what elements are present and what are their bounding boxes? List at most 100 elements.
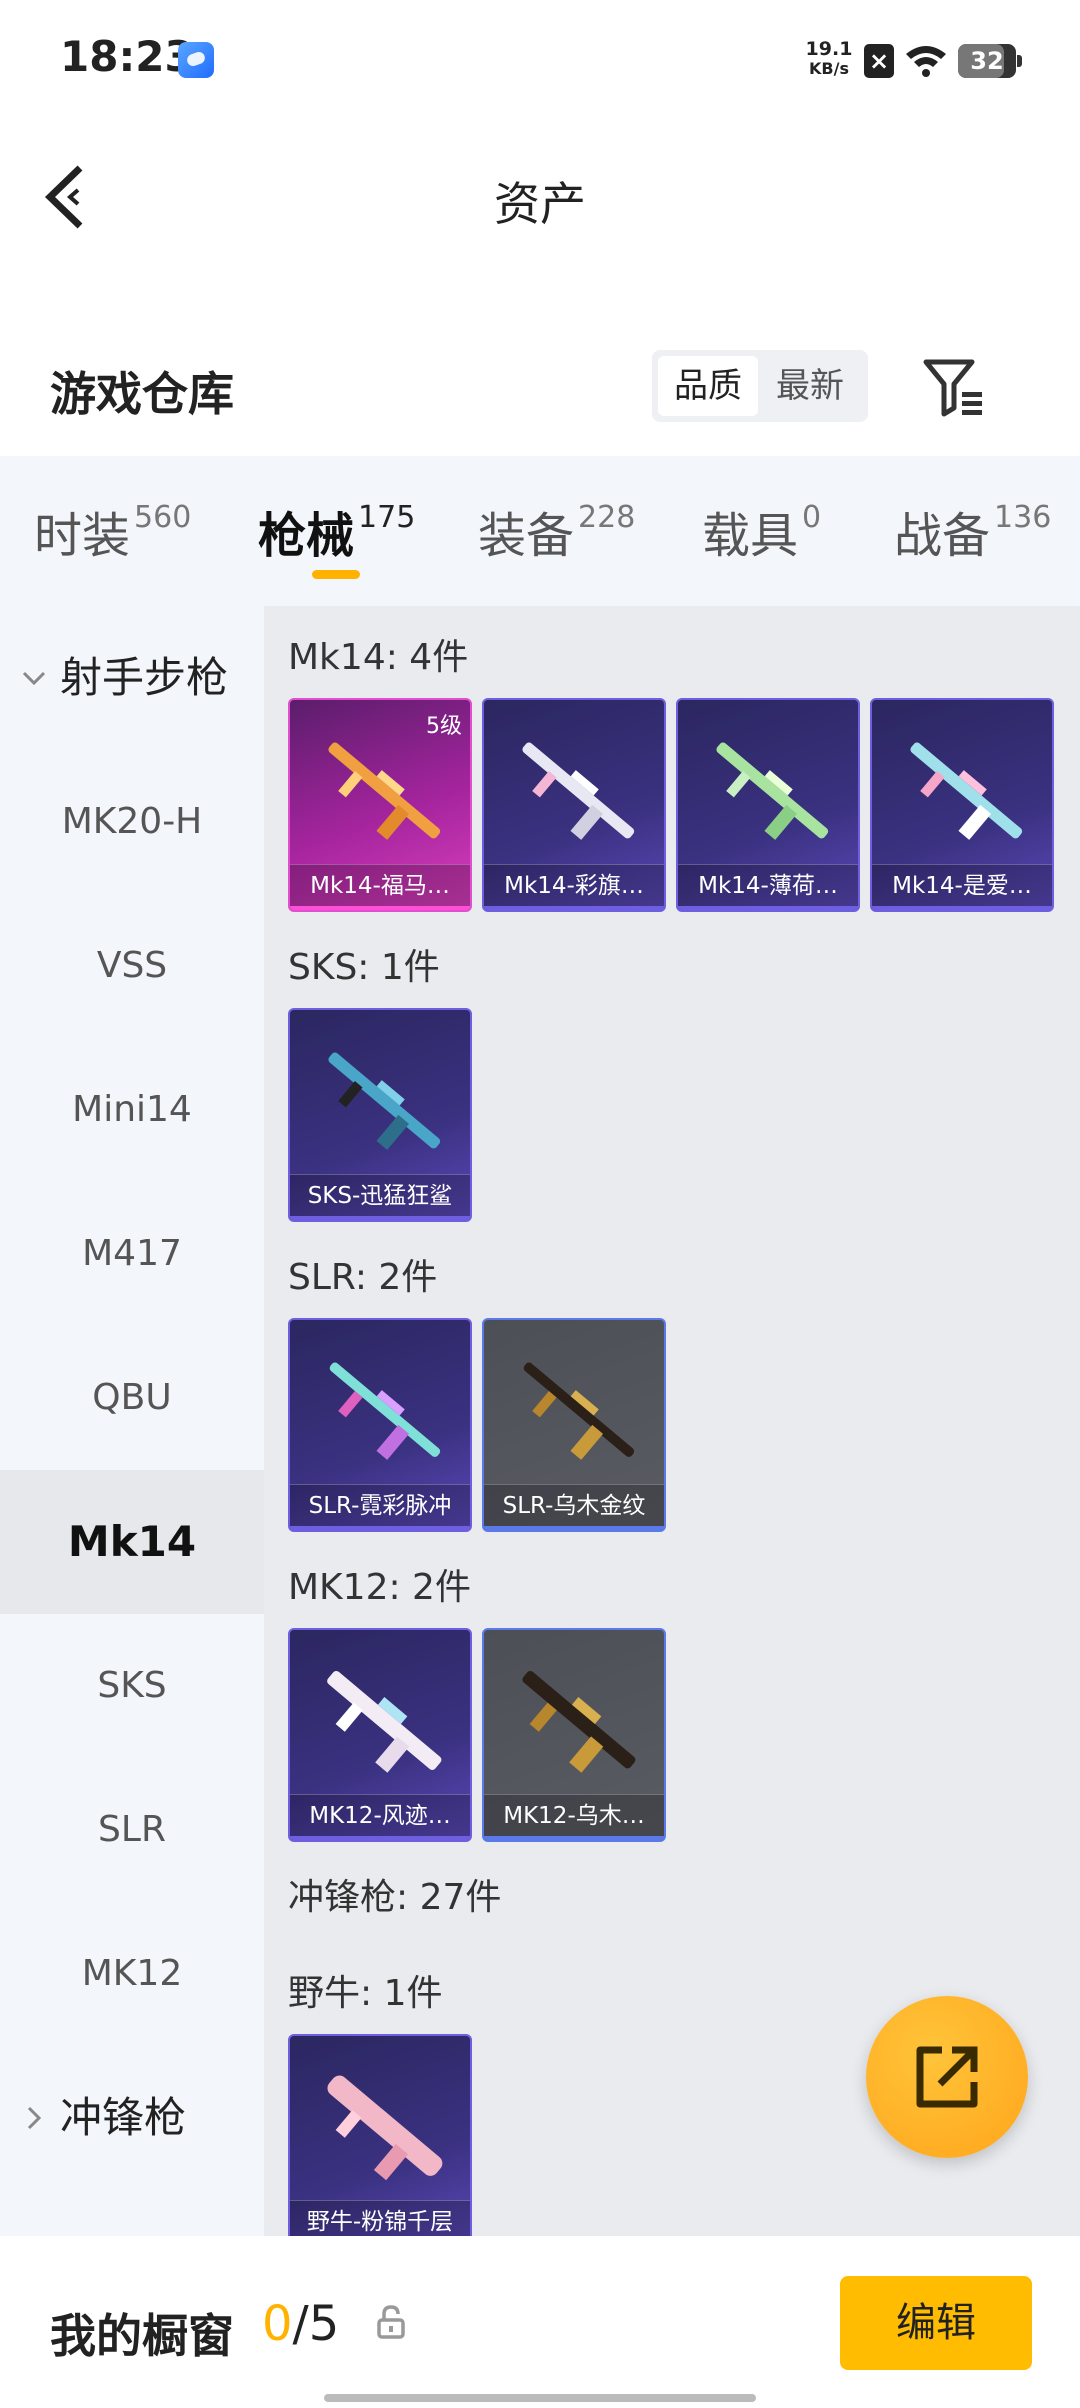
section-title: SKS: 1件 bbox=[288, 947, 440, 988]
rarity-bar bbox=[484, 1836, 664, 1840]
skin-card[interactable]: Mk14-是爱… bbox=[870, 698, 1054, 912]
skin-list: Mk14: 4件 5级 Mk14-福马… Mk14-彩旗… Mk14-薄荷… M… bbox=[264, 606, 1080, 2236]
skin-name: MK12-乌木… bbox=[484, 1794, 664, 1836]
rarity-bar bbox=[290, 906, 470, 910]
active-tab-indicator bbox=[312, 570, 360, 579]
status-time: 18:23 bbox=[60, 32, 194, 81]
tab-count: 175 bbox=[358, 500, 416, 535]
skin-name: SLR-霓彩脉冲 bbox=[290, 1484, 470, 1526]
weapon-type-sidebar: 射手步枪 MK20-H VSS Mini14 M417 QBU Mk14 SKS… bbox=[0, 606, 264, 2236]
section-title: 冲锋枪: 27件 bbox=[288, 1877, 502, 1918]
warehouse-title: 游戏仓库 bbox=[50, 367, 234, 421]
sidebar-item-qbu[interactable]: QBU bbox=[0, 1326, 264, 1470]
filter-icon[interactable] bbox=[922, 356, 986, 418]
sidebar-group-label: 射手步枪 bbox=[60, 653, 229, 702]
close-notification-icon: × bbox=[864, 44, 894, 78]
skin-card[interactable]: 野牛-粉锦千层 bbox=[288, 2034, 472, 2236]
sidebar-item-m417[interactable]: M417 bbox=[0, 1182, 264, 1326]
skin-card[interactable]: Mk14-薄荷… bbox=[676, 698, 860, 912]
showcase-current: 0 bbox=[262, 2296, 293, 2352]
rarity-bar bbox=[678, 906, 858, 910]
section-title: SLR: 2件 bbox=[288, 1257, 438, 1298]
skin-card[interactable]: MK12-乌木… bbox=[482, 1628, 666, 1842]
section-title: 野牛: 1件 bbox=[288, 1973, 443, 2014]
wifi-icon bbox=[906, 46, 946, 77]
section-title: MK12: 2件 bbox=[288, 1567, 471, 1608]
home-indicator[interactable] bbox=[324, 2394, 756, 2402]
smg-icon bbox=[327, 2075, 443, 2181]
rifle-icon bbox=[523, 1362, 635, 1460]
chevron-down-icon bbox=[22, 671, 46, 686]
net-speed: 19.1 KB/s bbox=[804, 38, 854, 79]
rarity-bar bbox=[484, 1526, 664, 1530]
tab-label: 装备 bbox=[478, 508, 575, 564]
sidebar-group-marksman[interactable]: 射手步枪 bbox=[0, 606, 264, 750]
category-tabs: 时装 560 枪械 175 装备 228 载具 0 战备 136 bbox=[0, 456, 1080, 606]
rarity-bar bbox=[872, 906, 1052, 910]
sort-quality-button[interactable]: 品质 bbox=[658, 356, 758, 416]
rarity-bar bbox=[290, 1216, 470, 1220]
sort-latest-button[interactable]: 最新 bbox=[760, 356, 860, 416]
tab-equipment[interactable]: 装备 228 bbox=[478, 496, 635, 576]
rifle-icon bbox=[328, 1052, 441, 1150]
skin-name: Mk14-薄荷… bbox=[678, 864, 858, 906]
skin-card[interactable]: MK12-风迹… bbox=[288, 1628, 472, 1842]
sidebar-item-mk14[interactable]: Mk14 bbox=[0, 1470, 264, 1614]
rifle-icon bbox=[522, 1670, 636, 1773]
sidebar-item-slr[interactable]: SLR bbox=[0, 1758, 264, 1902]
tab-label: 枪械 bbox=[258, 508, 355, 564]
skin-name: Mk14-彩旗… bbox=[484, 864, 664, 906]
skin-card[interactable]: Mk14-彩旗… bbox=[482, 698, 666, 912]
rifle-icon bbox=[327, 1670, 442, 1773]
sidebar-item-mk12[interactable]: MK12 bbox=[0, 1902, 264, 2046]
showcase-total: /5 bbox=[292, 2296, 340, 2352]
skin-name: SKS-迅猛狂鲨 bbox=[290, 1174, 470, 1216]
section-title: Mk14: 4件 bbox=[288, 637, 469, 678]
skin-card[interactable]: SLR-霓彩脉冲 bbox=[288, 1318, 472, 1532]
rarity-bar bbox=[290, 1836, 470, 1840]
showcase-label: 我的橱窗 bbox=[50, 2309, 234, 2363]
rifle-icon bbox=[329, 1362, 441, 1460]
sidebar-item-sks[interactable]: SKS bbox=[0, 1614, 264, 1758]
asset-page: 18:23 19.1 KB/s × 32 资产 游戏仓库 品质 最新 时装 560 bbox=[0, 0, 1080, 2408]
skin-name: 野牛-粉锦千层 bbox=[290, 2200, 470, 2236]
showcase-count: 0/5 bbox=[262, 2296, 339, 2352]
chevron-right-icon bbox=[27, 2106, 42, 2130]
rifle-icon bbox=[522, 742, 635, 840]
sidebar-item-vss[interactable]: VSS bbox=[0, 894, 264, 1038]
tab-gear[interactable]: 战备 136 bbox=[894, 496, 1051, 576]
sidebar-group-smg[interactable]: 冲锋枪 bbox=[0, 2046, 264, 2190]
skin-card[interactable]: SLR-乌木金纹 bbox=[482, 1318, 666, 1532]
rarity-bar bbox=[484, 906, 664, 910]
tab-guns[interactable]: 枪械 175 bbox=[258, 496, 415, 576]
tab-count: 228 bbox=[578, 500, 636, 535]
net-speed-unit: KB/s bbox=[809, 59, 849, 78]
edit-button[interactable]: 编辑 bbox=[840, 2276, 1032, 2370]
share-button[interactable] bbox=[866, 1996, 1028, 2158]
skin-card[interactable]: 5级 Mk14-福马… bbox=[288, 698, 472, 912]
tab-count: 136 bbox=[994, 500, 1052, 535]
app-notification-icon bbox=[178, 42, 214, 78]
tab-label: 载具 bbox=[702, 508, 799, 564]
tab-count: 0 bbox=[802, 500, 822, 535]
tab-label: 时装 bbox=[34, 508, 131, 564]
rifle-icon bbox=[328, 742, 441, 840]
rifle-icon bbox=[910, 742, 1023, 840]
battery-icon: 32 bbox=[958, 44, 1022, 78]
sidebar-group-label: 冲锋枪 bbox=[60, 2093, 187, 2142]
sidebar-item-mk20h[interactable]: MK20-H bbox=[0, 750, 264, 894]
skin-name: SLR-乌木金纹 bbox=[484, 1484, 664, 1526]
net-speed-value: 19.1 bbox=[805, 38, 853, 60]
sort-toggle: 品质 最新 bbox=[652, 350, 868, 422]
tab-vehicles[interactable]: 载具 0 bbox=[702, 496, 821, 576]
battery-level: 32 bbox=[970, 47, 1004, 75]
rifle-icon bbox=[716, 742, 829, 840]
skin-name: Mk14-福马… bbox=[290, 864, 470, 906]
share-external-icon bbox=[916, 2046, 978, 2108]
tab-fashion[interactable]: 时装 560 bbox=[34, 496, 191, 576]
showcase-bar: 我的橱窗 0/5 编辑 bbox=[0, 2236, 1080, 2408]
skin-card[interactable]: SKS-迅猛狂鲨 bbox=[288, 1008, 472, 1222]
sidebar-item-mini14[interactable]: Mini14 bbox=[0, 1038, 264, 1182]
skin-name: MK12-风迹… bbox=[290, 1794, 470, 1836]
page-title: 资产 bbox=[494, 177, 586, 231]
